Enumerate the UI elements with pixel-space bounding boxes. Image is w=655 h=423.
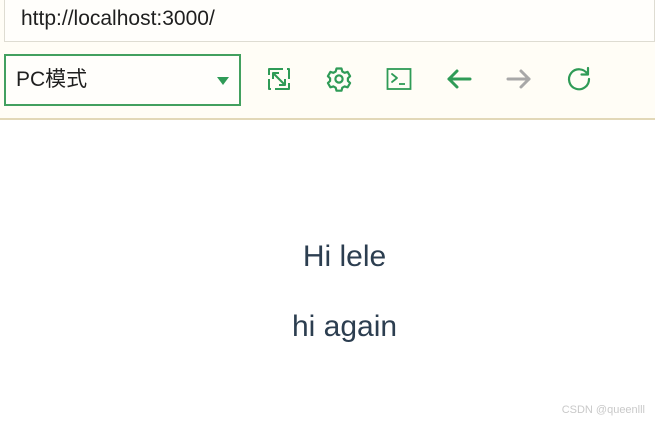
console-button[interactable] xyxy=(383,63,415,95)
device-mode-value: PC模式 xyxy=(16,68,88,91)
back-arrow-icon xyxy=(447,69,472,89)
refresh-icon xyxy=(567,66,591,91)
gear-icon xyxy=(326,67,352,92)
expand-icon xyxy=(268,68,290,90)
device-mode-select[interactable]: PC模式 xyxy=(4,54,241,106)
watermark: CSDN @queenlll xyxy=(561,404,645,416)
url-bar[interactable]: http://localhost:3000/ xyxy=(4,0,655,42)
settings-button[interactable] xyxy=(323,63,355,95)
url-text: http://localhost:3000/ xyxy=(21,7,215,30)
refresh-button[interactable] xyxy=(563,63,595,95)
forward-arrow-icon xyxy=(506,69,531,89)
forward-button[interactable] xyxy=(503,63,535,95)
chevron-down-icon xyxy=(217,77,229,85)
back-button[interactable] xyxy=(443,63,475,95)
greeting-text: Hi lele xyxy=(302,240,387,273)
page-content: Hi lele hi again xyxy=(0,122,655,423)
terminal-icon xyxy=(386,68,412,90)
browser-toolbar-area: http://localhost:3000/ PC模式 xyxy=(0,0,655,120)
greeting-again-text: hi again xyxy=(291,310,398,343)
expand-button[interactable] xyxy=(263,63,295,95)
